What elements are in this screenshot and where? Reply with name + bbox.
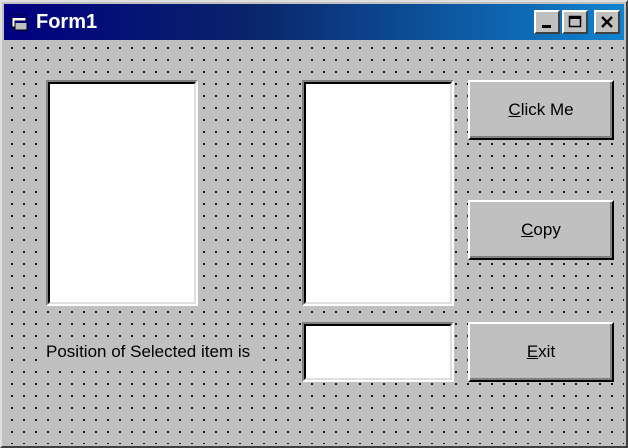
position-textbox[interactable] [302, 322, 454, 382]
click-me-accelerator: C [508, 100, 521, 119]
click-me-button[interactable]: Click Me [468, 80, 614, 140]
minimize-icon [540, 15, 554, 29]
maximize-icon [568, 15, 582, 29]
click-me-label: lick Me [520, 100, 574, 119]
target-listbox[interactable] [302, 80, 454, 306]
form-icon [11, 13, 29, 31]
form-client-area: Click Me Copy Position of Selected item … [4, 40, 624, 444]
form1-window: Form1 Click Me Copy Position of Selected… [0, 0, 628, 448]
title-bar[interactable]: Form1 [4, 4, 624, 40]
copy-accelerator: C [521, 220, 534, 239]
position-label: Position of Selected item is [42, 340, 255, 364]
close-icon [600, 15, 614, 29]
copy-label: opy [533, 220, 561, 239]
close-button[interactable] [594, 10, 620, 34]
copy-button[interactable]: Copy [468, 200, 614, 260]
exit-label: xit [538, 342, 556, 361]
exit-accelerator: E [526, 342, 539, 361]
exit-button[interactable]: Exit [468, 322, 614, 382]
maximize-button[interactable] [562, 10, 588, 34]
minimize-button[interactable] [534, 10, 560, 34]
source-listbox[interactable] [46, 80, 198, 306]
window-title: Form1 [36, 11, 98, 33]
